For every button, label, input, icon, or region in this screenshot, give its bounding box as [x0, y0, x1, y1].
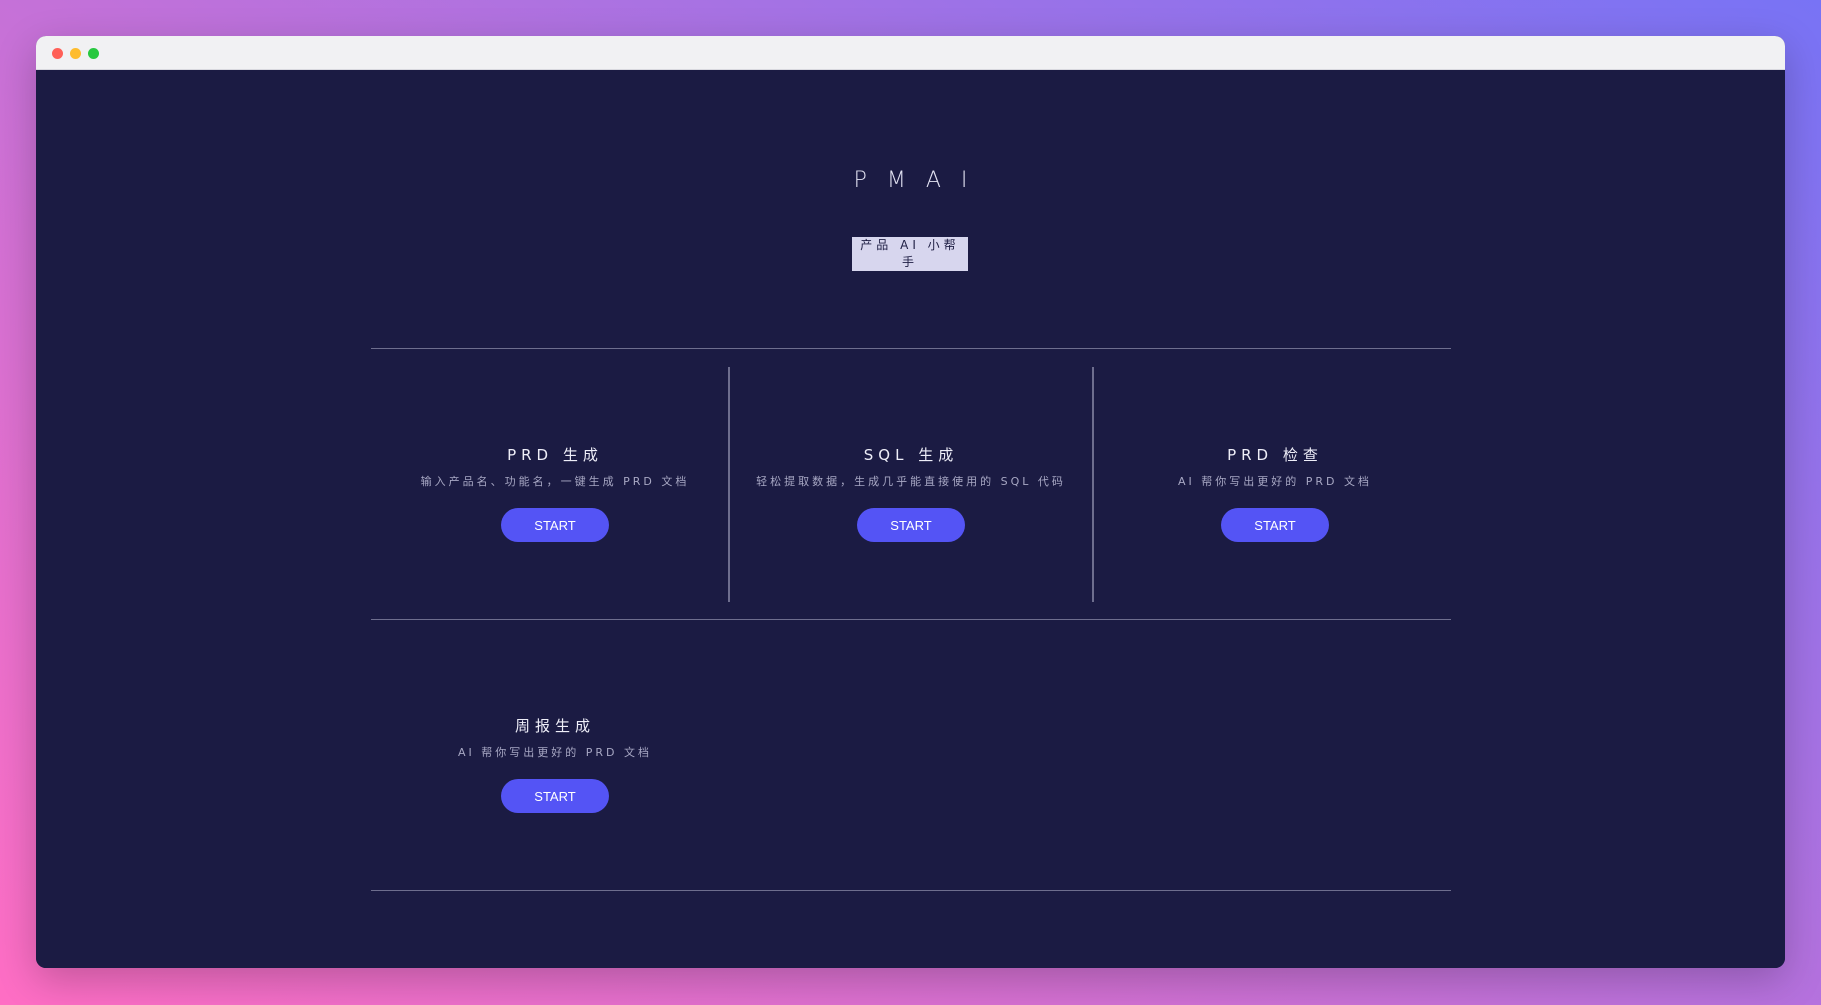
app-subtitle: 产品 AI 小帮手: [852, 237, 968, 271]
card-weekly-report: 周报生成 AI 帮你写出更好的 PRD 文档 START: [392, 715, 718, 813]
maximize-window-icon[interactable]: [88, 48, 99, 59]
start-button[interactable]: START: [857, 508, 965, 542]
start-button[interactable]: START: [501, 508, 609, 542]
card-description: AI 帮你写出更好的 PRD 文档: [457, 746, 652, 759]
card-title: PRD 生成: [507, 446, 603, 464]
card-title: 周报生成: [514, 717, 595, 735]
card-prd-check: PRD 检查 AI 帮你写出更好的 PRD 文档 START: [1100, 444, 1450, 542]
grid-divider-top: [371, 348, 1451, 349]
grid-divider-vertical-1: [728, 367, 730, 602]
card-description: AI 帮你写出更好的 PRD 文档: [1177, 475, 1372, 488]
grid-divider-middle: [371, 619, 1451, 620]
card-sql-generate: SQL 生成 轻松提取数据，生成几乎能直接使用的 SQL 代码 START: [736, 444, 1086, 542]
browser-window: PMAI 产品 AI 小帮手 PRD 生成 输入产品名、功能名，一键生成 PRD…: [36, 36, 1785, 968]
page-content: PMAI 产品 AI 小帮手 PRD 生成 输入产品名、功能名，一键生成 PRD…: [36, 70, 1785, 968]
start-button[interactable]: START: [501, 779, 609, 813]
card-title: PRD 检查: [1227, 446, 1323, 464]
close-window-icon[interactable]: [52, 48, 63, 59]
card-description: 轻松提取数据，生成几乎能直接使用的 SQL 代码: [756, 475, 1066, 488]
minimize-window-icon[interactable]: [70, 48, 81, 59]
grid-divider-bottom: [371, 890, 1451, 891]
start-button[interactable]: START: [1221, 508, 1329, 542]
card-title: SQL 生成: [863, 446, 959, 464]
app-logo: PMAI: [853, 168, 988, 193]
grid-divider-vertical-2: [1092, 367, 1094, 602]
window-titlebar: [36, 36, 1785, 70]
card-description: 输入产品名、功能名，一键生成 PRD 文档: [420, 475, 690, 488]
card-prd-generate: PRD 生成 输入产品名、功能名，一键生成 PRD 文档 START: [392, 444, 718, 542]
